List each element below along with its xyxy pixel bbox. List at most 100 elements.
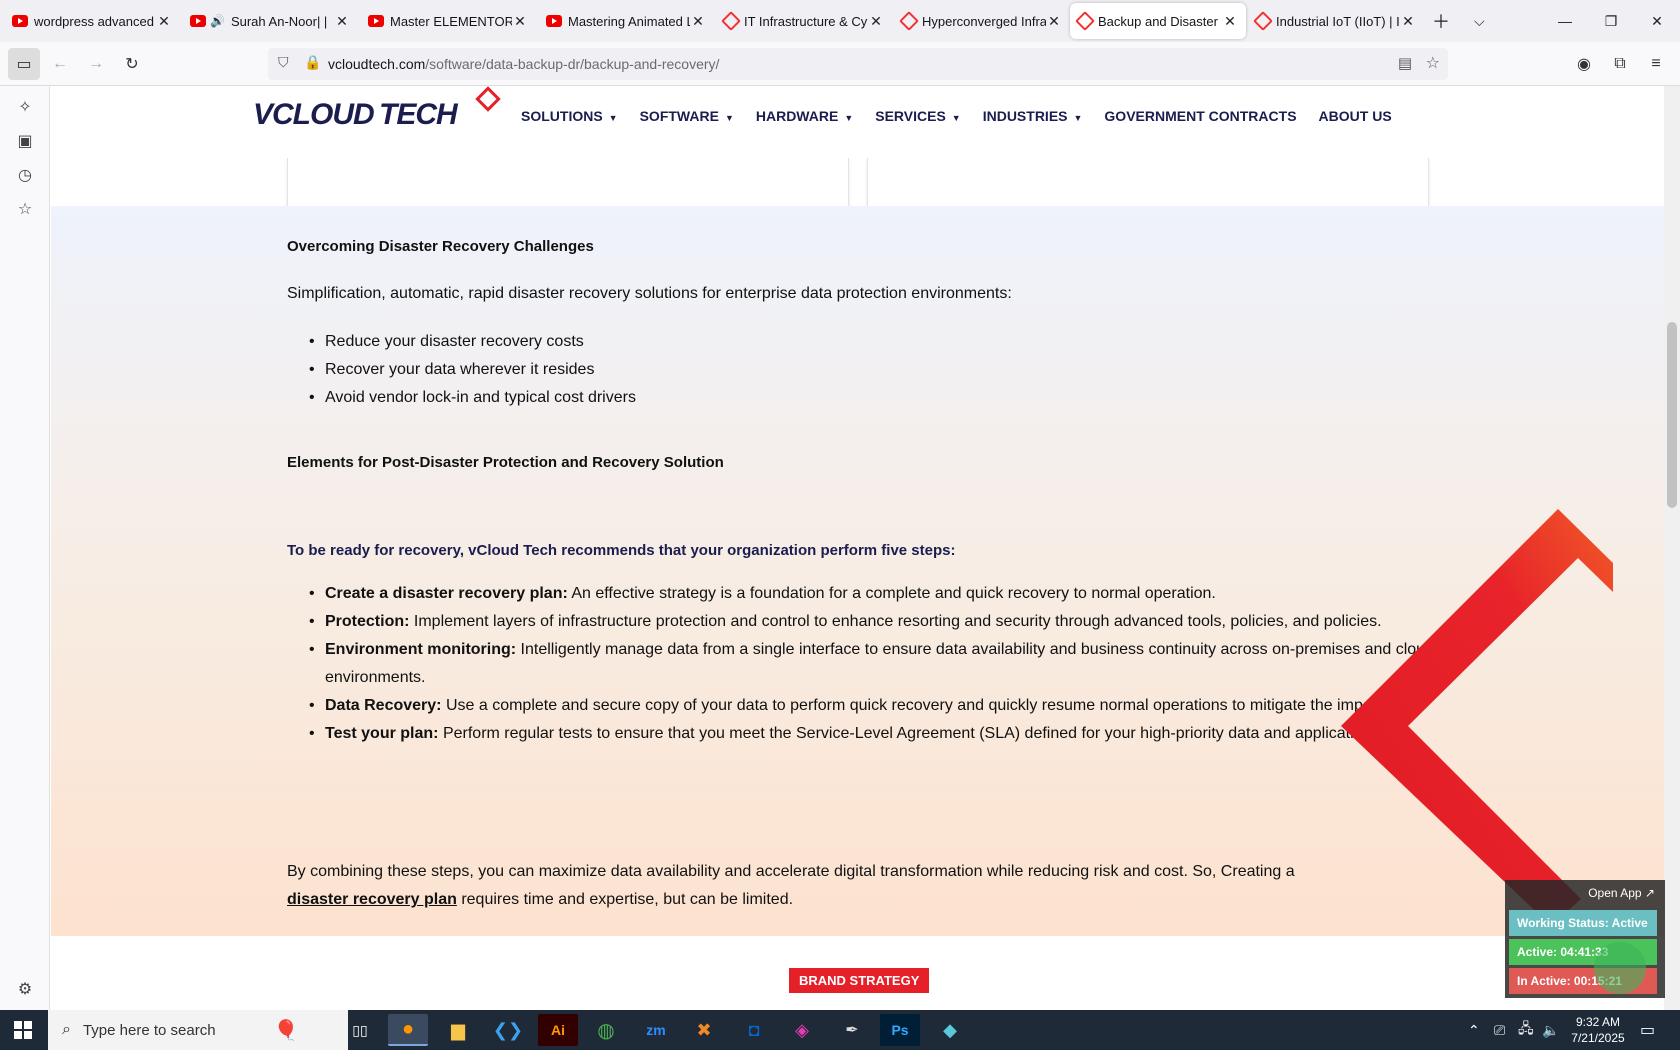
closing-paragraph: By combining these steps, you can maximi… [287, 863, 1295, 908]
brand-strategy-badge: BRAND STRATEGY [789, 968, 930, 993]
volume-icon[interactable]: 🔈 [1542, 1010, 1559, 1050]
taskbar-clock[interactable]: 9:32 AM 7/21/2025 [1568, 1014, 1628, 1046]
list-item: Avoid vendor lock-in and typical cost dr… [309, 384, 1455, 412]
heading-dr-challenges: Overcoming Disaster Recovery Challenges [287, 238, 594, 255]
tab-animated[interactable]: Mastering Animated La ✕ [538, 3, 714, 39]
reader-view-icon[interactable]: ▤ [1398, 54, 1412, 72]
tab-wordpress[interactable]: wordpress advanced ar ✕ [4, 3, 180, 39]
steps-list: Create a disaster recovery plan: An effe… [309, 580, 1455, 748]
tab-industrial-iot[interactable]: Industrial IoT (IIoT) | Io ✕ [1248, 3, 1424, 39]
disaster-recovery-plan-link[interactable]: disaster recovery plan [287, 891, 457, 908]
task-view-icon[interactable]: ▯▯ [340, 1014, 380, 1046]
app-diamond-icon[interactable]: ◆ [930, 1014, 970, 1046]
new-tab-icon[interactable]: ＋ [1432, 0, 1450, 42]
speaker-icon[interactable]: 🔊 [210, 14, 225, 28]
windows-start-icon[interactable] [14, 1021, 32, 1039]
bookmark-star-icon[interactable]: ☆ [1426, 53, 1440, 73]
close-icon[interactable]: ✕ [1222, 13, 1238, 30]
web-page: Overcoming Disaster Recovery Challenges … [51, 86, 1664, 1010]
close-icon[interactable]: ✕ [1400, 13, 1416, 30]
history-icon[interactable]: ◷ [14, 164, 36, 186]
tab-elementor[interactable]: Master ELEMENTOR: Bi ✕ [360, 3, 536, 39]
menu-icon[interactable]: ≡ [1640, 48, 1672, 80]
menu-item-software[interactable]: SOFTWARE ▼ [640, 108, 734, 124]
tab-it-infrastructure[interactable]: IT Infrastructure & Cyb ✕ [716, 3, 892, 39]
pen-tool-icon[interactable]: ✒ [832, 1014, 872, 1046]
ai-chat-icon[interactable]: ✧ [14, 96, 36, 118]
tab-hyperconverged[interactable]: Hyperconverged Infras ✕ [894, 3, 1070, 39]
vcloud-icon [1075, 11, 1095, 31]
menu-item-industries[interactable]: INDUSTRIES ▼ [983, 108, 1083, 124]
file-explorer-icon[interactable]: ▆ [438, 1014, 478, 1046]
youtube-icon [368, 15, 384, 27]
chat-bubble-icon[interactable] [1594, 942, 1646, 994]
forward-icon[interactable]: → [80, 48, 112, 80]
tab-backup-disaster[interactable]: Backup and Disaster Re ✕ [1070, 3, 1246, 39]
list-tabs-icon[interactable]: ⌵ [1474, 0, 1485, 42]
list-item: Protection: Implement layers of infrastr… [309, 608, 1455, 636]
main-menu: SOLUTIONS ▼ SOFTWARE ▼ HARDWARE ▼ SERVICES ▼… [521, 108, 1414, 124]
menu-item-government-contracts[interactable]: GOVERNMENT CONTRACTS [1104, 108, 1296, 124]
list-item: Reduce your disaster recovery costs [309, 328, 1455, 356]
site-header: VCLOUD TECH SOLUTIONS ▼ SOFTWARE ▼ HARDWAR… [51, 86, 1664, 158]
close-icon[interactable]: ✕ [156, 13, 172, 30]
open-app-link[interactable]: Open App ↗ [1588, 886, 1655, 900]
window-close-icon[interactable]: ✕ [1634, 0, 1680, 42]
caret-down-icon: ▼ [608, 113, 618, 123]
page-scrollbar[interactable] [1664, 86, 1680, 1010]
url-bar[interactable]: ⛉ 🔒 vcloudtech.com/software/data-backup-… [268, 48, 1448, 80]
tab-surah[interactable]: 🔊 Surah An-Noor| | ✕ [182, 3, 358, 39]
close-icon[interactable]: ✕ [868, 13, 884, 30]
windows-taskbar: ⌕ Type here to search 🎈 ▯▯ ● ▆ ❮❯ Ai ◍ z… [0, 1010, 1680, 1050]
restore-icon[interactable]: ❐ [1588, 0, 1634, 42]
network-icon[interactable]: 🖧 [1518, 1010, 1534, 1050]
synced-tabs-icon[interactable]: ▣ [14, 130, 36, 152]
vcloud-icon [1253, 11, 1273, 31]
browser-sidebar: ✧ ▣ ◷ ☆ ⚙ [0, 86, 50, 1010]
vcloud-tech-logo[interactable]: VCLOUD TECH [253, 98, 458, 132]
shield-icon[interactable]: ⛉ [278, 54, 289, 71]
menu-item-services[interactable]: SERVICES ▼ [875, 108, 960, 124]
back-icon[interactable]: ← [44, 48, 76, 80]
minimize-icon[interactable]: — [1542, 0, 1588, 42]
heading-post-disaster: Elements for Post-Disaster Protection an… [287, 454, 724, 471]
menu-item-solutions[interactable]: SOLUTIONS ▼ [521, 108, 618, 124]
close-icon[interactable]: ✕ [334, 13, 350, 30]
caret-down-icon: ▼ [1073, 113, 1083, 123]
close-icon[interactable]: ✕ [1046, 13, 1062, 30]
menu-item-about-us[interactable]: ABOUT US [1319, 108, 1392, 124]
extensions-icon[interactable]: ⧉ [1604, 48, 1636, 80]
logo-gem-icon [475, 86, 501, 112]
caret-down-icon: ▼ [951, 113, 961, 123]
youtube-icon [546, 15, 562, 27]
vcloud-icon [721, 11, 741, 31]
vscode-icon[interactable]: ❮❯ [488, 1014, 528, 1046]
illustrator-icon[interactable]: Ai [538, 1014, 578, 1046]
creative-cloud-icon[interactable]: ◈ [782, 1014, 822, 1046]
scrollbar-thumb[interactable] [1667, 322, 1677, 508]
close-icon[interactable]: ✕ [512, 13, 528, 30]
menu-item-hardware[interactable]: HARDWARE ▼ [756, 108, 853, 124]
lock-icon[interactable]: 🔒 [304, 54, 321, 71]
reload-icon[interactable]: ↻ [116, 48, 148, 80]
settings-gear-icon[interactable]: ⚙ [14, 978, 36, 1000]
tray-chevron-icon[interactable]: ⌃ [1468, 1010, 1480, 1050]
notifications-icon[interactable]: ▭ [1640, 1010, 1655, 1050]
outlook-icon[interactable]: ◘ [734, 1014, 774, 1046]
working-status: Working Status: Active [1509, 910, 1657, 936]
photoshop-icon[interactable]: Ps [880, 1014, 920, 1046]
screen: wordpress advanced ar ✕ 🔊 Surah An-Noor|… [0, 0, 1680, 1050]
zoom-icon[interactable]: zm [636, 1014, 676, 1046]
bookmarks-icon[interactable]: ☆ [14, 198, 36, 220]
chrome-icon[interactable]: ◍ [586, 1014, 626, 1046]
account-icon[interactable]: ◉ [1568, 48, 1600, 80]
close-icon[interactable]: ✕ [690, 13, 706, 30]
intro-paragraph: Simplification, automatic, rapid disaste… [287, 285, 1012, 302]
xampp-icon[interactable]: ✖ [684, 1014, 724, 1046]
browser-tab-bar: wordpress advanced ar ✕ 🔊 Surah An-Noor|… [0, 0, 1680, 42]
balloons-icon[interactable]: 🎈 [266, 1014, 306, 1046]
tray-monitor-icon[interactable]: ⎚ [1494, 1010, 1505, 1050]
firefox-icon[interactable]: ● [388, 1014, 428, 1046]
sidebar-toggle-icon[interactable]: ▭ [8, 48, 40, 80]
url-path: /software/data-backup-dr/backup-and-reco… [425, 56, 720, 72]
